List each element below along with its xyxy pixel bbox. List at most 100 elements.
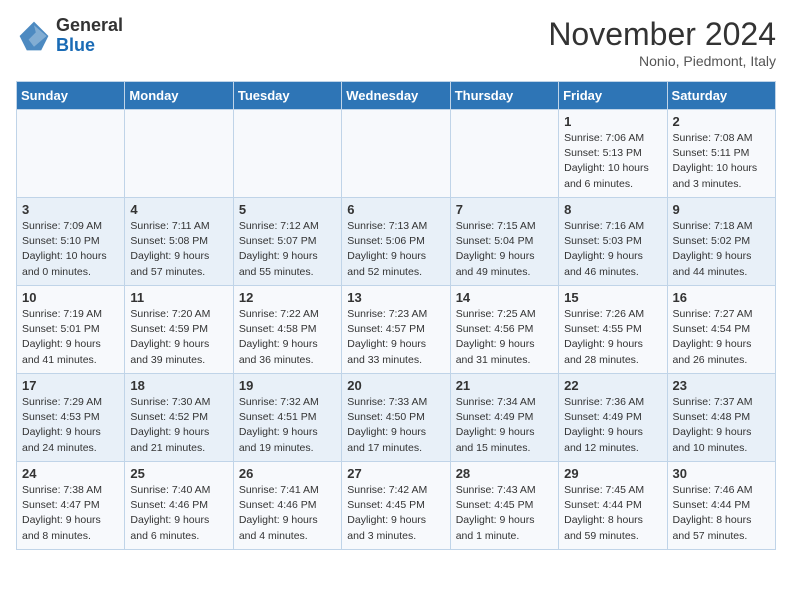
calendar-cell: 21Sunrise: 7:34 AM Sunset: 4:49 PM Dayli… bbox=[450, 374, 558, 462]
day-number: 15 bbox=[564, 290, 661, 305]
day-info: Sunrise: 7:29 AM Sunset: 4:53 PM Dayligh… bbox=[22, 395, 119, 456]
day-info: Sunrise: 7:20 AM Sunset: 4:59 PM Dayligh… bbox=[130, 307, 227, 368]
calendar-cell: 9 Sunrise: 7:18 AM Sunset: 5:02 PM Daylig… bbox=[667, 198, 775, 286]
day-number: 29 bbox=[564, 466, 661, 481]
calendar-cell: 13 Sunrise: 7:23 AM Sunset: 4:57 PM Dayli… bbox=[342, 286, 450, 374]
day-info: Sunrise: 7:12 AM Sunset: 5:07 PM Dayligh… bbox=[239, 219, 336, 280]
day-info: Sunrise: 7:40 AM Sunset: 4:46 PM Dayligh… bbox=[130, 483, 227, 544]
day-number: 3 bbox=[22, 202, 119, 217]
calendar-cell bbox=[233, 110, 341, 198]
day-info: Sunrise: 7:27 AM Sunset: 4:54 PM Dayligh… bbox=[673, 307, 770, 368]
logo-general: General bbox=[56, 16, 123, 36]
day-info: Sunrise: 7:46 AM Sunset: 4:44 PM Dayligh… bbox=[673, 483, 770, 544]
header-row: SundayMondayTuesdayWednesdayThursdayFrid… bbox=[17, 82, 776, 110]
calendar-cell: 23Sunrise: 7:37 AM Sunset: 4:48 PM Dayli… bbox=[667, 374, 775, 462]
logo-icon bbox=[16, 18, 52, 54]
calendar-cell: 20Sunrise: 7:33 AM Sunset: 4:50 PM Dayli… bbox=[342, 374, 450, 462]
header-friday: Friday bbox=[559, 82, 667, 110]
day-number: 23 bbox=[673, 378, 770, 393]
calendar-table: SundayMondayTuesdayWednesdayThursdayFrid… bbox=[16, 81, 776, 550]
day-info: Sunrise: 7:42 AM Sunset: 4:45 PM Dayligh… bbox=[347, 483, 444, 544]
day-number: 10 bbox=[22, 290, 119, 305]
day-info: Sunrise: 7:13 AM Sunset: 5:06 PM Dayligh… bbox=[347, 219, 444, 280]
location: Nonio, Piedmont, Italy bbox=[548, 53, 776, 69]
calendar-cell: 1Sunrise: 7:06 AM Sunset: 5:13 PM Daylig… bbox=[559, 110, 667, 198]
day-number: 13 bbox=[347, 290, 444, 305]
day-info: Sunrise: 7:45 AM Sunset: 4:44 PM Dayligh… bbox=[564, 483, 661, 544]
day-info: Sunrise: 7:30 AM Sunset: 4:52 PM Dayligh… bbox=[130, 395, 227, 456]
calendar-cell: 10Sunrise: 7:19 AM Sunset: 5:01 PM Dayli… bbox=[17, 286, 125, 374]
calendar-cell: 17Sunrise: 7:29 AM Sunset: 4:53 PM Dayli… bbox=[17, 374, 125, 462]
day-info: Sunrise: 7:08 AM Sunset: 5:11 PM Dayligh… bbox=[673, 131, 770, 192]
day-number: 1 bbox=[564, 114, 661, 129]
calendar-cell: 27Sunrise: 7:42 AM Sunset: 4:45 PM Dayli… bbox=[342, 462, 450, 550]
day-number: 22 bbox=[564, 378, 661, 393]
month-title: November 2024 bbox=[548, 16, 776, 53]
calendar-cell: 3Sunrise: 7:09 AM Sunset: 5:10 PM Daylig… bbox=[17, 198, 125, 286]
day-info: Sunrise: 7:41 AM Sunset: 4:46 PM Dayligh… bbox=[239, 483, 336, 544]
week-row-3: 17Sunrise: 7:29 AM Sunset: 4:53 PM Dayli… bbox=[17, 374, 776, 462]
day-number: 9 bbox=[673, 202, 770, 217]
day-number: 6 bbox=[347, 202, 444, 217]
title-block: November 2024 Nonio, Piedmont, Italy bbox=[548, 16, 776, 69]
header-saturday: Saturday bbox=[667, 82, 775, 110]
calendar-cell: 5 Sunrise: 7:12 AM Sunset: 5:07 PM Daylig… bbox=[233, 198, 341, 286]
week-row-1: 3Sunrise: 7:09 AM Sunset: 5:10 PM Daylig… bbox=[17, 198, 776, 286]
day-info: Sunrise: 7:18 AM Sunset: 5:02 PM Dayligh… bbox=[673, 219, 770, 280]
calendar-cell: 22 Sunrise: 7:36 AM Sunset: 4:49 PM Dayli… bbox=[559, 374, 667, 462]
day-info: Sunrise: 7:26 AM Sunset: 4:55 PM Dayligh… bbox=[564, 307, 661, 368]
day-number: 19 bbox=[239, 378, 336, 393]
header-monday: Monday bbox=[125, 82, 233, 110]
day-info: Sunrise: 7:34 AM Sunset: 4:49 PM Dayligh… bbox=[456, 395, 553, 456]
day-number: 4 bbox=[130, 202, 227, 217]
calendar-cell: 25 Sunrise: 7:40 AM Sunset: 4:46 PM Dayli… bbox=[125, 462, 233, 550]
calendar-cell: 15 Sunrise: 7:26 AM Sunset: 4:55 PM Dayli… bbox=[559, 286, 667, 374]
day-number: 26 bbox=[239, 466, 336, 481]
calendar-cell: 16Sunrise: 7:27 AM Sunset: 4:54 PM Dayli… bbox=[667, 286, 775, 374]
day-info: Sunrise: 7:36 AM Sunset: 4:49 PM Dayligh… bbox=[564, 395, 661, 456]
day-number: 30 bbox=[673, 466, 770, 481]
week-row-0: 1Sunrise: 7:06 AM Sunset: 5:13 PM Daylig… bbox=[17, 110, 776, 198]
day-number: 28 bbox=[456, 466, 553, 481]
day-info: Sunrise: 7:25 AM Sunset: 4:56 PM Dayligh… bbox=[456, 307, 553, 368]
calendar-cell bbox=[450, 110, 558, 198]
logo-blue: Blue bbox=[56, 36, 123, 56]
header-thursday: Thursday bbox=[450, 82, 558, 110]
day-number: 8 bbox=[564, 202, 661, 217]
day-info: Sunrise: 7:32 AM Sunset: 4:51 PM Dayligh… bbox=[239, 395, 336, 456]
day-number: 24 bbox=[22, 466, 119, 481]
calendar-cell: 18 Sunrise: 7:30 AM Sunset: 4:52 PM Dayli… bbox=[125, 374, 233, 462]
day-info: Sunrise: 7:23 AM Sunset: 4:57 PM Dayligh… bbox=[347, 307, 444, 368]
calendar-cell: 12 Sunrise: 7:22 AM Sunset: 4:58 PM Dayli… bbox=[233, 286, 341, 374]
header-tuesday: Tuesday bbox=[233, 82, 341, 110]
day-number: 25 bbox=[130, 466, 227, 481]
day-info: Sunrise: 7:22 AM Sunset: 4:58 PM Dayligh… bbox=[239, 307, 336, 368]
calendar-cell: 19 Sunrise: 7:32 AM Sunset: 4:51 PM Dayli… bbox=[233, 374, 341, 462]
calendar-cell: 2 Sunrise: 7:08 AM Sunset: 5:11 PM Daylig… bbox=[667, 110, 775, 198]
calendar-cell bbox=[125, 110, 233, 198]
calendar-cell bbox=[342, 110, 450, 198]
week-row-4: 24Sunrise: 7:38 AM Sunset: 4:47 PM Dayli… bbox=[17, 462, 776, 550]
calendar-body: 1Sunrise: 7:06 AM Sunset: 5:13 PM Daylig… bbox=[17, 110, 776, 550]
calendar-cell: 7Sunrise: 7:15 AM Sunset: 5:04 PM Daylig… bbox=[450, 198, 558, 286]
header-wednesday: Wednesday bbox=[342, 82, 450, 110]
logo-text: General Blue bbox=[56, 16, 123, 56]
day-info: Sunrise: 7:43 AM Sunset: 4:45 PM Dayligh… bbox=[456, 483, 553, 544]
calendar-cell: 4 Sunrise: 7:11 AM Sunset: 5:08 PM Daylig… bbox=[125, 198, 233, 286]
calendar-cell: 26 Sunrise: 7:41 AM Sunset: 4:46 PM Dayli… bbox=[233, 462, 341, 550]
day-number: 11 bbox=[130, 290, 227, 305]
calendar-cell: 29 Sunrise: 7:45 AM Sunset: 4:44 PM Dayli… bbox=[559, 462, 667, 550]
calendar-cell: 6 Sunrise: 7:13 AM Sunset: 5:06 PM Daylig… bbox=[342, 198, 450, 286]
day-info: Sunrise: 7:11 AM Sunset: 5:08 PM Dayligh… bbox=[130, 219, 227, 280]
day-number: 12 bbox=[239, 290, 336, 305]
calendar-cell: 24Sunrise: 7:38 AM Sunset: 4:47 PM Dayli… bbox=[17, 462, 125, 550]
day-info: Sunrise: 7:33 AM Sunset: 4:50 PM Dayligh… bbox=[347, 395, 444, 456]
day-number: 2 bbox=[673, 114, 770, 129]
day-number: 18 bbox=[130, 378, 227, 393]
calendar-header: SundayMondayTuesdayWednesdayThursdayFrid… bbox=[17, 82, 776, 110]
day-number: 5 bbox=[239, 202, 336, 217]
day-info: Sunrise: 7:15 AM Sunset: 5:04 PM Dayligh… bbox=[456, 219, 553, 280]
calendar-cell: 8Sunrise: 7:16 AM Sunset: 5:03 PM Daylig… bbox=[559, 198, 667, 286]
page-header: General Blue November 2024 Nonio, Piedmo… bbox=[16, 16, 776, 69]
calendar-cell: 28 Sunrise: 7:43 AM Sunset: 4:45 PM Dayli… bbox=[450, 462, 558, 550]
